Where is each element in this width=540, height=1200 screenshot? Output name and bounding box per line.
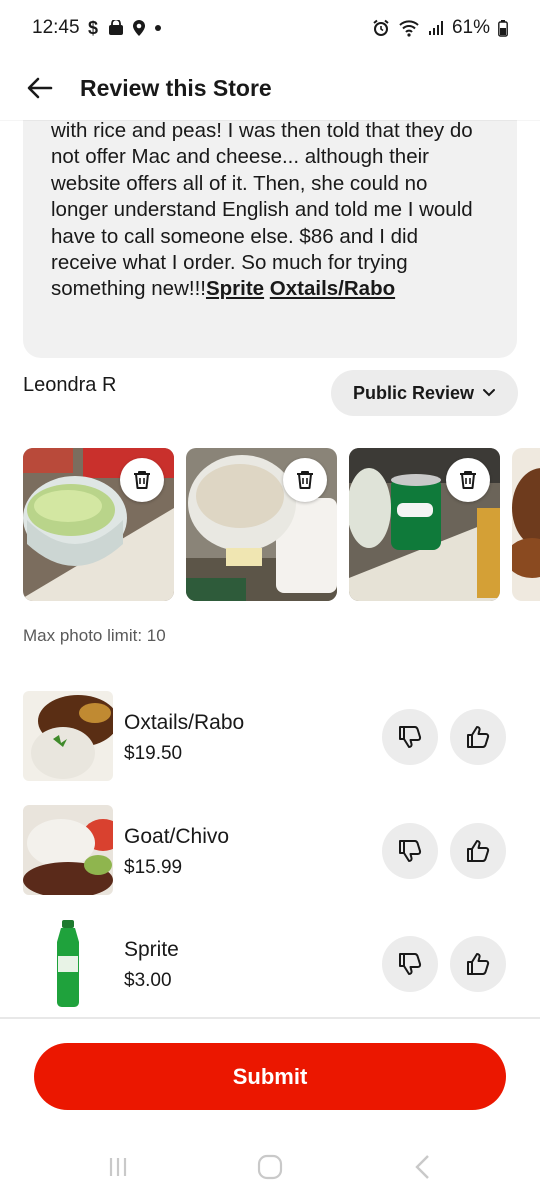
review-body-text: with rice and peas! I was then told that… — [51, 119, 473, 301]
photo-carousel[interactable] — [23, 448, 540, 601]
location-pin-icon — [132, 19, 146, 37]
item-thumbnail — [23, 918, 113, 1008]
wifi-icon — [398, 19, 420, 37]
delete-photo-button[interactable] — [283, 458, 327, 502]
thumbs-down-icon — [399, 953, 422, 975]
item-name: Goat/Chivo — [124, 825, 230, 848]
thumbs-down-icon — [399, 726, 422, 748]
status-bar: 12:45 $ 61% — [0, 0, 540, 56]
review-text-box[interactable]: with rice and peas! I was then told that… — [23, 100, 517, 358]
list-item: Oxtails/Rabo $19.50 — [23, 691, 517, 781]
header: Review this Store — [0, 56, 540, 120]
visibility-label: Public Review — [352, 382, 475, 403]
recents-button[interactable] — [98, 1153, 138, 1181]
item-price: $3.00 — [124, 970, 172, 991]
photo-thumbnail[interactable] — [23, 448, 174, 601]
item-name: Oxtails/Rabo — [124, 711, 245, 734]
dollar-icon: $ — [88, 18, 100, 38]
item-thumbnail — [23, 805, 113, 895]
home-icon — [257, 1154, 283, 1180]
review-visibility-dropdown[interactable]: Public Review — [331, 370, 518, 416]
back-icon — [415, 1155, 429, 1179]
signal-icon — [428, 20, 444, 36]
thumbs-down-button[interactable] — [382, 709, 438, 765]
thumbs-down-icon — [399, 840, 422, 862]
list-item: Goat/Chivo $15.99 — [23, 805, 517, 895]
thumbs-up-icon — [467, 840, 490, 862]
review-tag-link[interactable]: Sprite — [206, 277, 264, 300]
page-title: Review this Store — [80, 74, 272, 101]
divider — [0, 1017, 540, 1019]
svg-text:$: $ — [88, 18, 98, 38]
review-tag-link[interactable]: Oxtails/Rabo — [270, 277, 395, 300]
delete-photo-button[interactable] — [446, 458, 490, 502]
recents-icon — [109, 1158, 127, 1176]
thumbs-up-icon — [467, 726, 490, 748]
list-item: Sprite $3.00 — [23, 918, 517, 1008]
system-nav-bar — [0, 1135, 540, 1200]
thumbs-up-button[interactable] — [450, 936, 506, 992]
photo-thumbnail[interactable] — [512, 448, 540, 601]
thumbs-down-button[interactable] — [382, 823, 438, 879]
back-nav-button[interactable] — [402, 1153, 442, 1181]
dot-icon — [154, 24, 162, 32]
thumbs-up-icon — [467, 953, 490, 975]
battery-percent: 61% — [451, 17, 490, 38]
home-button[interactable] — [250, 1153, 290, 1181]
photo-limit-text: Max photo limit: 10 — [23, 626, 166, 645]
thumbs-down-button[interactable] — [382, 936, 438, 992]
item-thumbnail — [23, 691, 113, 781]
trash-icon — [460, 471, 476, 489]
shopping-bag-icon — [108, 20, 124, 36]
submit-button[interactable]: Submit — [34, 1043, 506, 1110]
thumbs-up-button[interactable] — [450, 709, 506, 765]
arrow-left-icon — [27, 77, 53, 99]
status-time: 12:45 — [32, 17, 80, 38]
item-name: Sprite — [124, 938, 179, 961]
reviewer-name: Leondra R — [23, 374, 117, 396]
item-price: $15.99 — [124, 857, 183, 878]
thumbs-up-button[interactable] — [450, 823, 506, 879]
trash-icon — [297, 471, 313, 489]
photo-thumbnail[interactable] — [349, 448, 500, 601]
chevron-down-icon — [483, 389, 496, 397]
trash-icon — [134, 471, 150, 489]
back-button[interactable] — [24, 72, 56, 104]
alarm-icon — [372, 19, 390, 37]
delete-photo-button[interactable] — [120, 458, 164, 502]
item-price: $19.50 — [124, 743, 183, 764]
oxtail-photo — [512, 448, 540, 601]
battery-icon — [498, 19, 508, 37]
photo-thumbnail[interactable] — [186, 448, 337, 601]
